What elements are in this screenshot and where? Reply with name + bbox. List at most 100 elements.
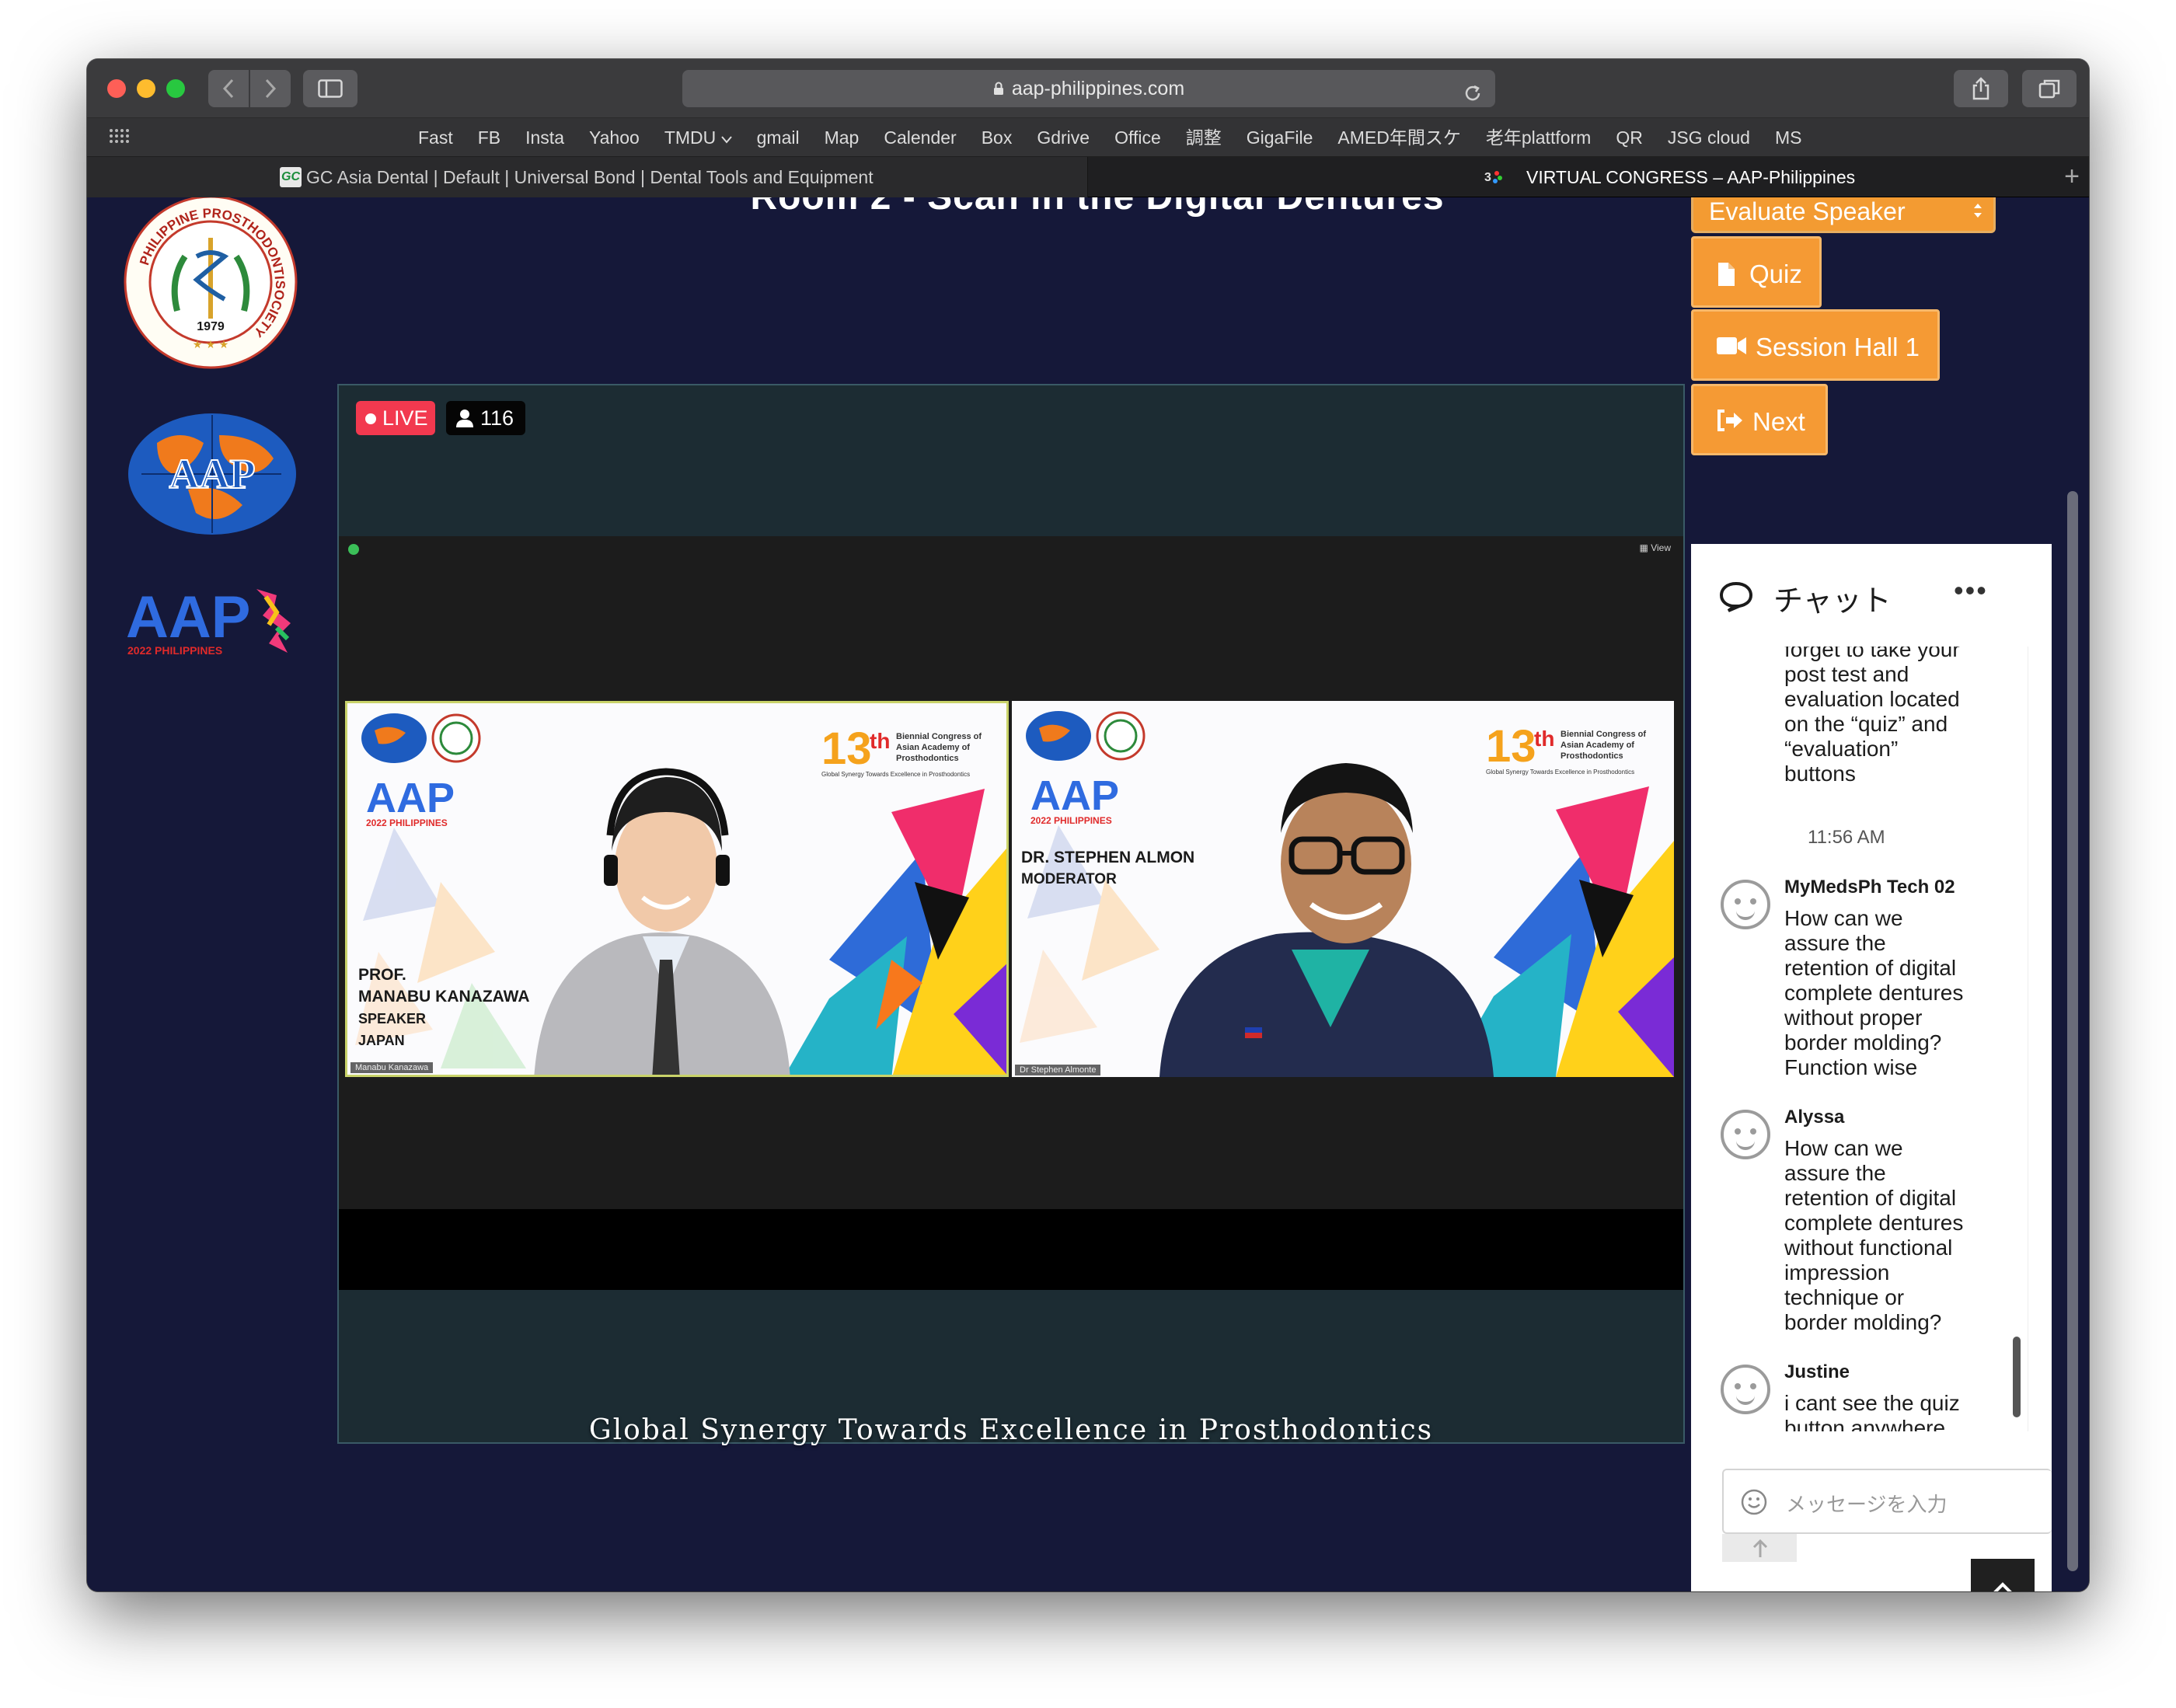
name-line: DR. STEPHEN ALMON: [1021, 849, 1195, 866]
message-text: How can we assure the retention of digit…: [1784, 906, 2010, 1080]
tab-label: GC Asia Dental | Default | Universal Bon…: [306, 167, 874, 187]
chat-bubble-icon: [1719, 581, 1753, 612]
video-letterbox: [339, 1209, 1683, 1290]
bookmark-item[interactable]: Fast: [406, 118, 466, 157]
zoom-window-button[interactable]: [166, 79, 185, 98]
chat-message-input[interactable]: メッセージを入力: [1722, 1469, 2052, 1534]
name-line: JAPAN: [358, 1033, 405, 1048]
tabs-overview-icon: [2038, 79, 2060, 99]
chevron-up-icon: [1993, 1582, 2012, 1591]
send-message-button[interactable]: [1722, 1534, 1797, 1562]
message-line: complete dentures: [1784, 981, 1964, 1005]
person-icon: [456, 410, 473, 427]
svg-text:Biennial Congress of: Biennial Congress of: [1561, 730, 1646, 739]
forward-button[interactable]: [250, 70, 291, 107]
new-tab-button[interactable]: +: [2064, 163, 2080, 190]
evaluate-speaker-label: Evaluate Speaker: [1709, 197, 1906, 225]
show-tabs-button[interactable]: [2022, 70, 2077, 107]
bookmark-item[interactable]: AMED年間スケ: [1325, 118, 1473, 157]
chat-scrollbar[interactable]: [2013, 1337, 2021, 1417]
svg-text:Prosthodontics: Prosthodontics: [1561, 751, 1623, 761]
chat-title: チャット: [1773, 585, 1892, 618]
aap-2022-philippines-logo: AAP 2022 PHILIPPINES: [126, 584, 291, 657]
quiz-button[interactable]: Quiz: [1691, 236, 1822, 308]
scroll-to-top-button[interactable]: [1971, 1559, 2035, 1591]
message-author: Alyssa: [1784, 1107, 1845, 1128]
video-player[interactable]: LIVE 116 ▦ View AAP 2022 PHILIPPINES 13 …: [337, 384, 1685, 1444]
message-line: evaluation located: [1784, 687, 1960, 711]
zoom-meeting-view: ▦ View AAP 2022 PHILIPPINES 13 th Bienni…: [339, 536, 1683, 1209]
message-line: post test and: [1784, 662, 1909, 686]
svg-text:★ ★ ★: ★ ★ ★: [193, 339, 229, 351]
next-button[interactable]: Next: [1691, 384, 1828, 455]
bookmark-item[interactable]: Map: [812, 118, 872, 157]
bookmark-folder-label: TMDU: [664, 127, 717, 148]
bookmark-item[interactable]: Insta: [513, 118, 577, 157]
bookmark-item[interactable]: 老年plattform: [1473, 118, 1603, 157]
svg-text:Global Synergy Towards Excelle: Global Synergy Towards Excellence in Pro…: [821, 771, 970, 778]
select-arrows-icon: [1974, 204, 1982, 218]
moderator-video-tile: AAP 2022 PHILIPPINES 13 th Biennial Cong…: [1012, 701, 1674, 1077]
svg-text:2022 PHILIPPINES: 2022 PHILIPPINES: [1030, 815, 1112, 826]
chat-message-list[interactable]: forget to take your post test and evalua…: [1691, 647, 2028, 1431]
svg-text:th: th: [1534, 727, 1554, 751]
zoom-view-toggle[interactable]: ▦ View: [1640, 542, 1671, 553]
bookmark-item[interactable]: Calender: [871, 118, 968, 157]
sidebar-toggle-button[interactable]: [303, 70, 357, 107]
svg-text:2022 PHILIPPINES: 2022 PHILIPPINES: [366, 817, 448, 828]
share-button[interactable]: [1954, 70, 2008, 107]
message-line: i cant see the quiz: [1784, 1391, 1960, 1415]
message-text: How can we assure the retention of digit…: [1784, 1136, 2010, 1335]
bookmark-item[interactable]: Gdrive: [1024, 118, 1102, 157]
session-hall-label: Session Hall 1: [1756, 333, 1920, 361]
chevron-down-icon: [720, 136, 732, 144]
participant-name-tag: Manabu Kanazawa: [350, 1062, 434, 1073]
live-label: LIVE: [382, 406, 428, 430]
tab-virtual-congress[interactable]: 3 VIRTUAL CONGRESS – AAP-Philippines: [1088, 157, 2089, 197]
bookmark-item[interactable]: gmail: [745, 118, 812, 157]
svg-text:Asian Academy of: Asian Academy of: [1561, 741, 1634, 750]
message-line: assure the: [1784, 1161, 1886, 1185]
more-options-icon[interactable]: •••: [1954, 577, 1988, 605]
session-hall-button[interactable]: Session Hall 1: [1691, 309, 1940, 381]
svg-text:1979: 1979: [197, 320, 225, 333]
bookmark-item[interactable]: GigaFile: [1234, 118, 1326, 157]
bookmark-item[interactable]: Yahoo: [577, 118, 652, 157]
viewer-count-badge: 116: [446, 401, 525, 435]
moderator-name-plate: DR. STEPHEN ALMON MODERATOR: [1021, 847, 1194, 891]
sidebar-icon: [318, 79, 343, 98]
message-line: button anywhere: [1784, 1416, 1946, 1431]
bookmark-item[interactable]: JSG cloud: [1655, 118, 1763, 157]
svg-text:AAP: AAP: [1030, 772, 1119, 819]
bookmark-item[interactable]: FB: [466, 118, 513, 157]
minimize-window-button[interactable]: [137, 79, 155, 98]
reload-icon[interactable]: [1463, 78, 1483, 116]
bookmark-folder[interactable]: TMDU: [652, 118, 745, 157]
message-line: How can we: [1784, 1136, 1903, 1160]
name-line: MANABU KANAZAWA: [358, 988, 530, 1006]
bookmark-item[interactable]: 調整: [1173, 118, 1234, 157]
message-line: “evaluation”: [1784, 737, 1899, 761]
message-line: assure the: [1784, 931, 1886, 955]
emoji-icon[interactable]: [1741, 1489, 1767, 1515]
svg-text:3: 3: [1484, 171, 1491, 184]
lock-icon: [993, 71, 1004, 108]
evaluate-speaker-select[interactable]: Evaluate Speaker: [1691, 197, 1996, 233]
bookmark-item[interactable]: Office: [1102, 118, 1173, 157]
bookmark-item[interactable]: Box: [969, 118, 1025, 157]
tab-gc-asia-dental[interactable]: GC GC Asia Dental | Default | Universal …: [87, 157, 1088, 197]
arrow-up-icon: [1752, 1539, 1768, 1557]
apps-grid-icon[interactable]: [109, 128, 132, 147]
bookmark-item[interactable]: MS: [1763, 118, 1815, 157]
close-window-button[interactable]: [107, 79, 126, 98]
svg-text:13: 13: [821, 723, 872, 774]
viewer-count: 116: [480, 406, 514, 430]
svg-text:Asian Academy of: Asian Academy of: [896, 743, 970, 752]
message-line: border molding?: [1784, 1030, 1942, 1054]
back-button[interactable]: [208, 70, 249, 107]
message-line: without proper: [1784, 1006, 1923, 1030]
bookmark-item[interactable]: QR: [1603, 118, 1655, 157]
address-bar[interactable]: aap-philippines.com: [682, 70, 1495, 107]
user-avatar-icon: [1721, 1365, 1770, 1414]
page-scrollbar[interactable]: [2067, 491, 2078, 1571]
